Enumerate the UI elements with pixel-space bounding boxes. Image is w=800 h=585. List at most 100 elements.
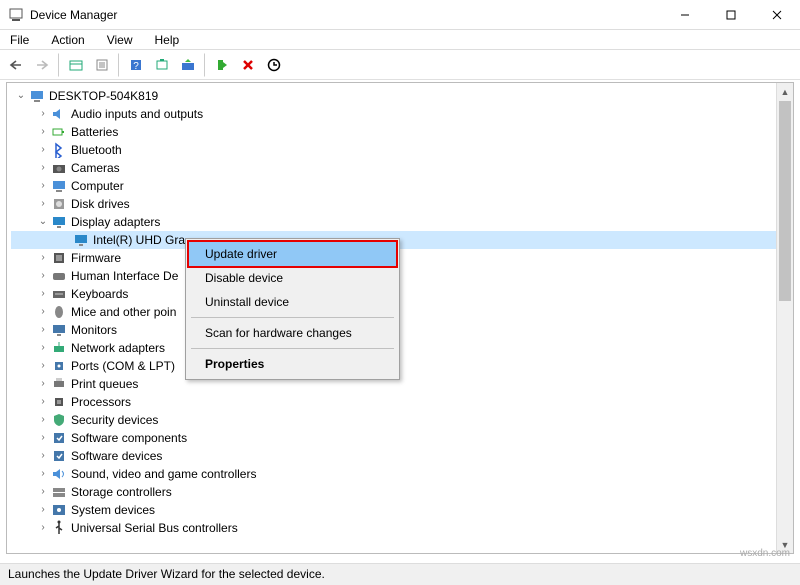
vertical-scrollbar[interactable]: ▲ ▼ bbox=[776, 83, 793, 553]
expand-icon[interactable]: › bbox=[37, 195, 49, 213]
titlebar: Device Manager bbox=[0, 0, 800, 30]
scroll-up-icon[interactable]: ▲ bbox=[777, 83, 793, 100]
ctx-properties[interactable]: Properties bbox=[189, 352, 396, 376]
ctx-uninstall-device[interactable]: Uninstall device bbox=[189, 290, 396, 314]
collapse-icon[interactable]: ⌄ bbox=[15, 87, 27, 105]
menu-help[interactable]: Help bbox=[149, 31, 186, 49]
show-hidden-button[interactable] bbox=[64, 53, 88, 77]
node-label: Print queues bbox=[71, 375, 138, 393]
disable-device-button[interactable] bbox=[262, 53, 286, 77]
maximize-button[interactable] bbox=[708, 0, 754, 30]
tree-node[interactable]: ›Mice and other poin bbox=[11, 303, 793, 321]
expand-icon[interactable]: › bbox=[37, 321, 49, 339]
tree-node[interactable]: ›Processors bbox=[11, 393, 793, 411]
tree-node[interactable]: ›Network adapters bbox=[11, 339, 793, 357]
scan-button[interactable] bbox=[150, 53, 174, 77]
expand-icon[interactable]: › bbox=[37, 375, 49, 393]
tree-node[interactable]: ›Human Interface De bbox=[11, 267, 793, 285]
scroll-thumb[interactable] bbox=[779, 101, 791, 301]
expand-icon[interactable]: › bbox=[37, 465, 49, 483]
help-button[interactable]: ? bbox=[124, 53, 148, 77]
window-controls bbox=[662, 0, 800, 30]
tree-node[interactable]: › Ports (COM & LPT) bbox=[11, 357, 793, 375]
context-menu: Update driver Disable device Uninstall d… bbox=[185, 238, 400, 380]
node-label: Monitors bbox=[71, 321, 117, 339]
forward-button[interactable] bbox=[30, 53, 54, 77]
tree-node-child[interactable]: Intel(R) UHD Gra bbox=[11, 231, 793, 249]
port-icon bbox=[51, 358, 67, 374]
tree-node[interactable]: ›Bluetooth bbox=[11, 141, 793, 159]
expand-icon[interactable]: › bbox=[37, 519, 49, 537]
expand-icon[interactable]: › bbox=[37, 411, 49, 429]
tree-node[interactable]: › Computer bbox=[11, 177, 793, 195]
tree-node[interactable]: ›Batteries bbox=[11, 123, 793, 141]
expand-icon[interactable]: › bbox=[37, 177, 49, 195]
node-label: Software devices bbox=[71, 447, 162, 465]
mouse-icon bbox=[51, 304, 67, 320]
security-icon bbox=[51, 412, 67, 428]
menu-file[interactable]: File bbox=[4, 31, 35, 49]
node-label: Computer bbox=[71, 177, 124, 195]
tree-node[interactable]: ›System devices bbox=[11, 501, 793, 519]
tree-node[interactable]: ›Firmware bbox=[11, 249, 793, 267]
close-button[interactable] bbox=[754, 0, 800, 30]
node-label: Universal Serial Bus controllers bbox=[71, 519, 238, 537]
tree-node[interactable]: › Disk drives bbox=[11, 195, 793, 213]
tree-node[interactable]: ›Security devices bbox=[11, 411, 793, 429]
firmware-icon bbox=[51, 250, 67, 266]
expand-icon[interactable]: › bbox=[37, 123, 49, 141]
minimize-button[interactable] bbox=[662, 0, 708, 30]
tree-node[interactable]: ›Keyboards bbox=[11, 285, 793, 303]
expand-icon[interactable]: › bbox=[37, 159, 49, 177]
expand-icon[interactable]: › bbox=[37, 447, 49, 465]
app-icon bbox=[8, 7, 24, 23]
tree-node[interactable]: › Software devices bbox=[11, 447, 793, 465]
expand-icon[interactable]: › bbox=[37, 483, 49, 501]
expand-icon[interactable]: › bbox=[37, 141, 49, 159]
expand-icon[interactable]: › bbox=[37, 357, 49, 375]
tree-root[interactable]: ⌄DESKTOP-504K819 bbox=[11, 87, 793, 105]
camera-icon bbox=[51, 160, 67, 176]
device-tree[interactable]: ⌄DESKTOP-504K819›Audio inputs and output… bbox=[7, 83, 793, 541]
bluetooth-icon bbox=[51, 142, 67, 158]
collapse-icon[interactable]: ⌄ bbox=[37, 213, 49, 231]
ctx-update-driver[interactable]: Update driver bbox=[187, 240, 398, 268]
tree-node[interactable]: › Print queues bbox=[11, 375, 793, 393]
display-icon bbox=[51, 214, 67, 230]
expand-icon[interactable]: › bbox=[37, 285, 49, 303]
expand-icon[interactable]: › bbox=[37, 267, 49, 285]
tree-node[interactable]: ›Software components bbox=[11, 429, 793, 447]
enable-device-button[interactable] bbox=[210, 53, 234, 77]
uninstall-device-button[interactable] bbox=[236, 53, 260, 77]
computer-icon bbox=[51, 178, 67, 194]
sound-icon bbox=[51, 466, 67, 482]
tree-node[interactable]: ›Storage controllers bbox=[11, 483, 793, 501]
expand-icon[interactable]: › bbox=[37, 393, 49, 411]
expand-icon[interactable]: › bbox=[37, 501, 49, 519]
expand-icon[interactable]: › bbox=[37, 303, 49, 321]
menu-view[interactable]: View bbox=[101, 31, 139, 49]
node-label: Ports (COM & LPT) bbox=[71, 357, 175, 375]
expand-icon[interactable]: › bbox=[37, 249, 49, 267]
ctx-separator bbox=[191, 348, 394, 349]
ctx-scan-hardware[interactable]: Scan for hardware changes bbox=[189, 321, 396, 345]
node-label: Intel(R) UHD Gra bbox=[93, 231, 185, 249]
tree-node[interactable]: › Monitors bbox=[11, 321, 793, 339]
tree-node[interactable]: ›Sound, video and game controllers bbox=[11, 465, 793, 483]
update-driver-button[interactable] bbox=[176, 53, 200, 77]
node-label: Disk drives bbox=[71, 195, 130, 213]
toolbar: ? bbox=[0, 50, 800, 80]
back-button[interactable] bbox=[4, 53, 28, 77]
expand-icon[interactable]: › bbox=[37, 429, 49, 447]
menu-action[interactable]: Action bbox=[45, 31, 90, 49]
tree-node[interactable]: › Universal Serial Bus controllers bbox=[11, 519, 793, 537]
expand-icon[interactable]: › bbox=[37, 105, 49, 123]
tree-node[interactable]: ›Cameras bbox=[11, 159, 793, 177]
tree-node[interactable]: ›Audio inputs and outputs bbox=[11, 105, 793, 123]
properties-button[interactable] bbox=[90, 53, 114, 77]
ctx-disable-device[interactable]: Disable device bbox=[189, 266, 396, 290]
expand-icon[interactable]: › bbox=[37, 339, 49, 357]
tree-node[interactable]: ⌄ Display adapters bbox=[11, 213, 793, 231]
node-label: Display adapters bbox=[71, 213, 160, 231]
computer-icon bbox=[29, 88, 45, 104]
